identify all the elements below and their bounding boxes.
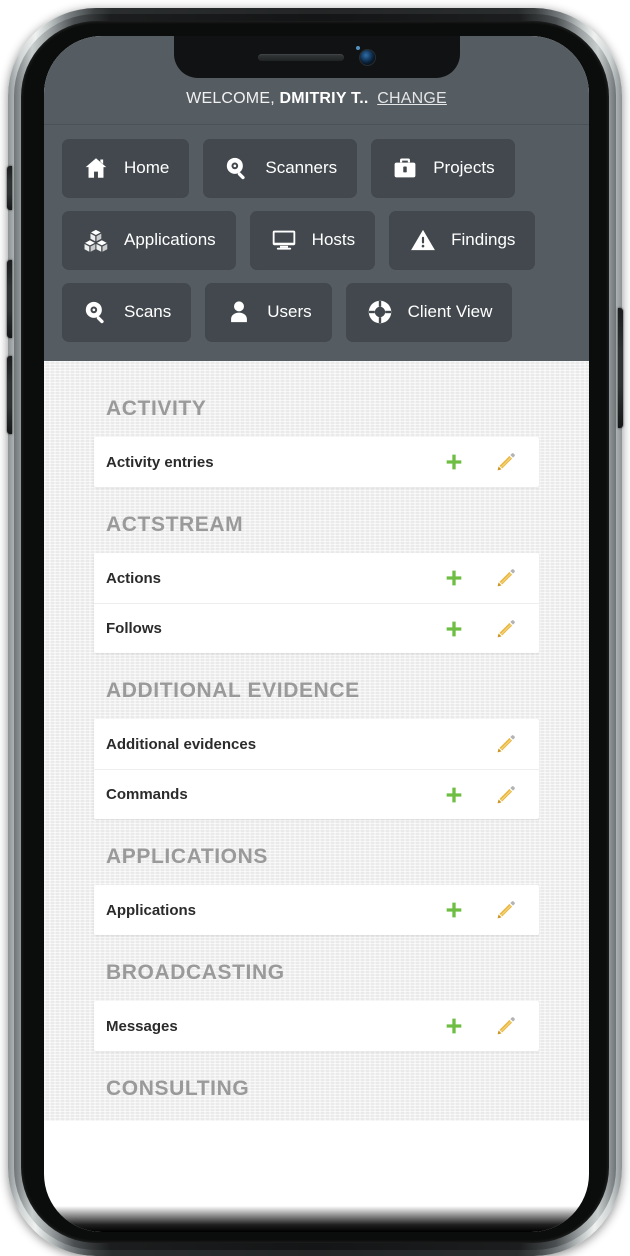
model-row-actions [443, 1015, 521, 1037]
model-row-actions [443, 618, 521, 640]
nav-button-scans[interactable]: Scans [62, 283, 192, 341]
nav-button-label: Users [267, 302, 312, 321]
model-row: Follows [94, 603, 539, 653]
add-icon[interactable] [443, 899, 465, 921]
model-row-actions [443, 733, 521, 755]
model-row: Actions [94, 553, 539, 603]
model-card: Applications [94, 885, 539, 935]
nav-button-label: Client View [407, 302, 493, 321]
speaker-grille-icon [258, 53, 344, 61]
nav-button-client-view[interactable]: Client View [345, 283, 513, 341]
app-group-title: ADDITIONAL EVIDENCE [106, 679, 360, 702]
pencil-icon[interactable] [495, 899, 517, 921]
app-group: BROADCASTING Messages [44, 961, 589, 1051]
model-row-actions [443, 784, 521, 806]
model-row: Activity entries [94, 437, 539, 487]
welcome-username: DMITRIY T.. [279, 90, 369, 107]
pencil-icon[interactable] [495, 784, 517, 806]
magnifier-icon [82, 298, 110, 326]
app-group: CONSULTING [44, 1077, 589, 1117]
model-row: Commands [94, 769, 539, 819]
model-card: Activity entries [94, 437, 539, 487]
nav-button-hosts[interactable]: Hosts [249, 211, 376, 269]
power-button[interactable] [618, 308, 623, 428]
app-nav-bar: Home Scanners Projects Applications Hosts Fin… [44, 125, 589, 361]
model-card: Messages [94, 1001, 539, 1051]
nav-button-applications[interactable]: Applications [62, 211, 236, 269]
nav-button-scanners[interactable]: Scanners [203, 139, 358, 197]
add-icon[interactable] [443, 451, 465, 473]
nav-button-label: Home [124, 158, 170, 177]
nav-button-label: Hosts [311, 230, 356, 249]
model-row: Messages [94, 1001, 539, 1051]
model-card: Actions Follows [94, 553, 539, 653]
model-link[interactable]: Applications [106, 902, 443, 919]
nav-button-label: Scanners [265, 158, 338, 177]
add-icon[interactable] [443, 618, 465, 640]
lifering-icon [366, 298, 394, 326]
app-group: APPLICATIONS Applications [44, 845, 589, 935]
model-link[interactable]: Commands [106, 786, 443, 803]
warning-triangle-icon [409, 226, 437, 254]
nav-button-users[interactable]: Users [205, 283, 332, 341]
app-group: ACTIVITY Activity entries [44, 397, 589, 487]
model-row-actions [443, 567, 521, 589]
pencil-icon[interactable] [495, 1015, 517, 1037]
app-group-title: APPLICATIONS [106, 845, 268, 868]
briefcase-icon [391, 154, 419, 182]
model-row: Additional evidences [94, 719, 539, 769]
nav-button-projects[interactable]: Projects [371, 139, 515, 197]
magnifier-icon [223, 154, 251, 182]
model-link[interactable]: Activity entries [106, 454, 443, 471]
nav-button-findings[interactable]: Findings [389, 211, 536, 269]
nav-button-label: Scans [124, 302, 172, 321]
nav-button-home[interactable]: Home [62, 139, 190, 197]
volume-down-button[interactable] [7, 356, 12, 434]
add-icon[interactable] [443, 1015, 465, 1037]
app-group-title: ACTSTREAM [106, 513, 244, 536]
add-icon[interactable] [443, 567, 465, 589]
app-group: ADDITIONAL EVIDENCE Additional evidences C… [44, 679, 589, 819]
nav-button-label: Findings [451, 230, 516, 249]
phone-notch [173, 36, 460, 78]
welcome-prefix: WELCOME, [186, 90, 275, 107]
model-row-actions [443, 451, 521, 473]
admin-index-content: ACTIVITY Activity entries ACTSTREAM Actions… [44, 361, 589, 1121]
pencil-icon[interactable] [495, 733, 517, 755]
silent-switch-button[interactable] [7, 166, 12, 210]
front-camera-icon [360, 49, 375, 65]
model-link[interactable]: Actions [106, 570, 443, 587]
phone-screen: WELCOME, DMITRIY T.. CHANGE Home Scanners… [44, 36, 589, 1232]
phone-mockup: WELCOME, DMITRIY T.. CHANGE Home Scanners… [7, 8, 623, 1256]
model-link[interactable]: Additional evidences [106, 736, 443, 753]
model-link[interactable]: Messages [106, 1018, 443, 1035]
home-icon [82, 154, 110, 182]
nav-button-label: Projects [433, 158, 495, 177]
pencil-icon[interactable] [495, 567, 517, 589]
boxes-icon [82, 226, 110, 254]
model-card: Additional evidences Commands [94, 719, 539, 819]
browser-viewport[interactable]: WELCOME, DMITRIY T.. CHANGE Home Scanners… [44, 36, 589, 1232]
pencil-icon[interactable] [495, 618, 517, 640]
app-group-title: BROADCASTING [106, 961, 285, 984]
add-icon-placeholder [443, 733, 465, 755]
volume-up-button[interactable] [7, 260, 12, 338]
app-group-title: ACTIVITY [106, 397, 207, 420]
nav-button-label: Applications [124, 230, 216, 249]
model-link[interactable]: Follows [106, 620, 443, 637]
app-group-title: CONSULTING [106, 1077, 250, 1100]
add-icon[interactable] [443, 784, 465, 806]
model-row-actions [443, 899, 521, 921]
pencil-icon[interactable] [495, 451, 517, 473]
monitor-icon [270, 226, 298, 254]
app-group: ACTSTREAM Actions Follows [44, 513, 589, 653]
welcome-message: WELCOME, DMITRIY T.. CHANGE [44, 90, 589, 108]
change-password-link[interactable]: CHANGE [377, 90, 447, 107]
user-icon [225, 298, 253, 326]
model-row: Applications [94, 885, 539, 935]
